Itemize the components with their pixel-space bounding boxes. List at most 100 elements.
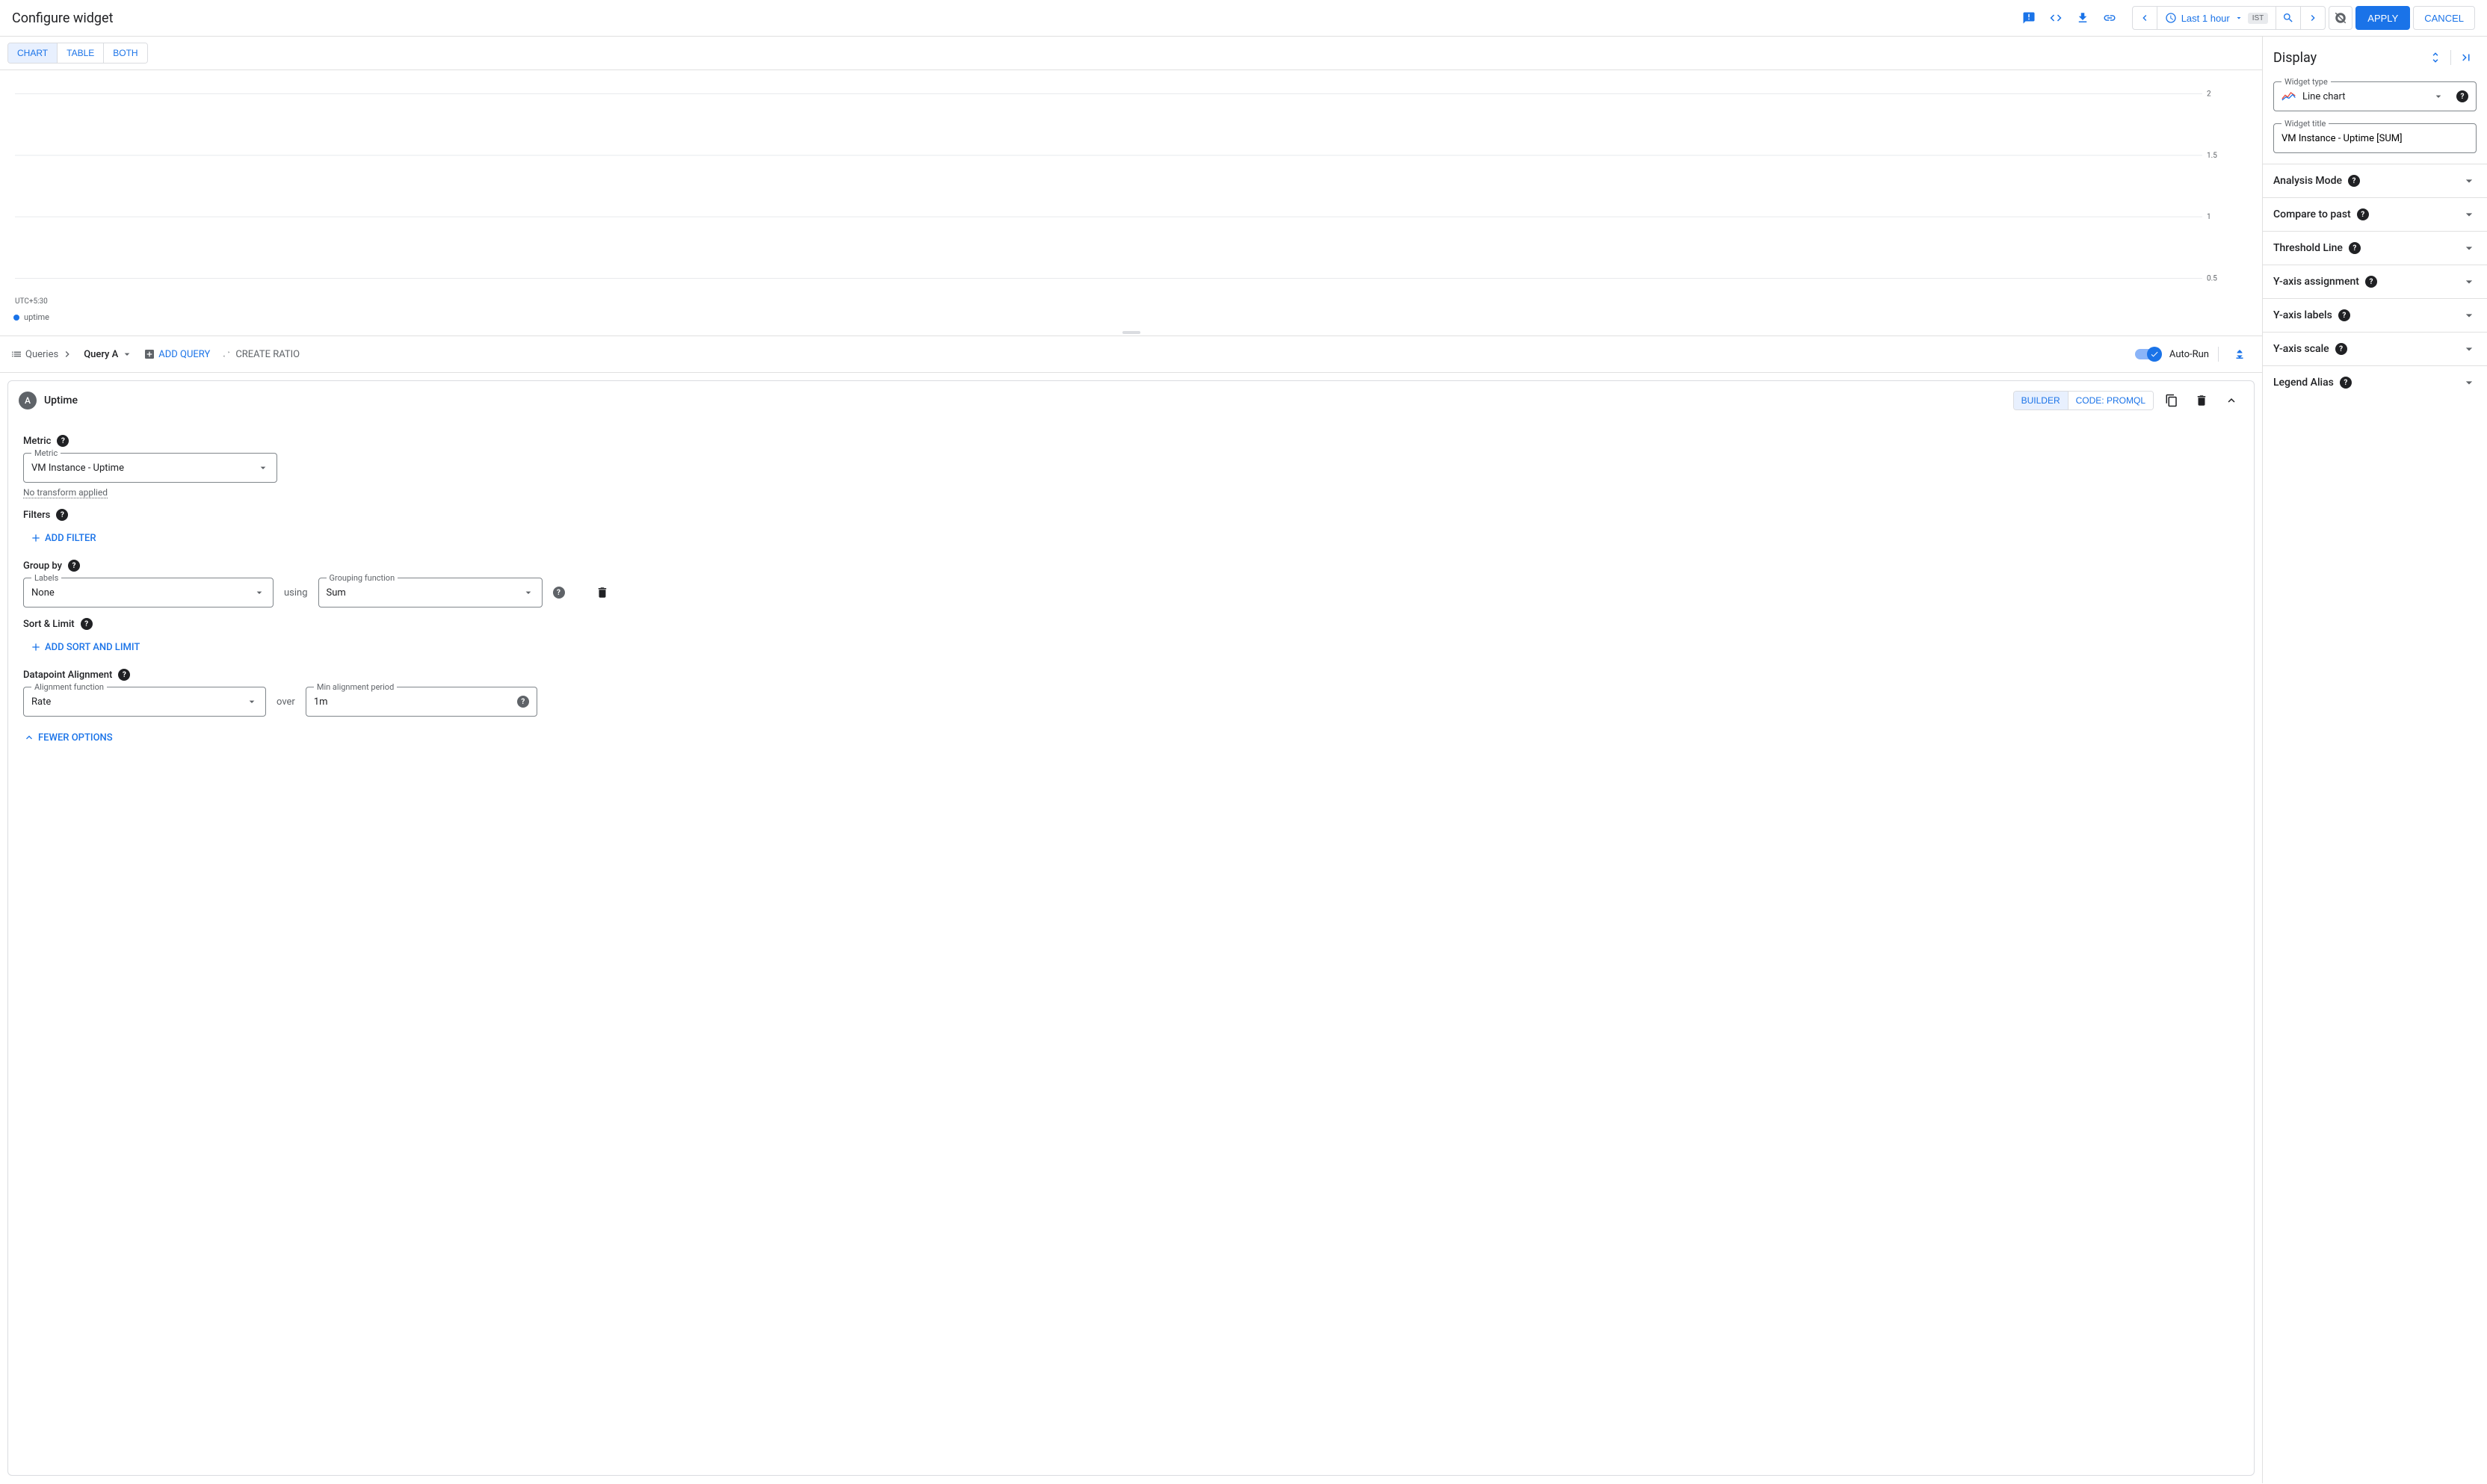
time-prev-button[interactable] (2133, 7, 2157, 29)
widget-type-label: Widget type (2281, 77, 2331, 87)
tab-both[interactable]: BOTH (104, 43, 146, 63)
legend-label: uptime (24, 312, 49, 322)
alignment-field-value: Rate (31, 696, 246, 708)
chat-icon[interactable] (2017, 6, 2041, 30)
help-icon[interactable]: ? (2357, 208, 2369, 220)
widget-type-select[interactable]: Widget type Line chart ? (2273, 81, 2477, 111)
time-next-button[interactable] (2301, 7, 2325, 29)
settings-toggle-icon[interactable] (2329, 6, 2352, 30)
alignment-select[interactable]: Alignment function Rate (23, 687, 266, 717)
unfold-icon[interactable] (2425, 47, 2446, 68)
labels-field-value: None (31, 587, 253, 599)
help-icon[interactable]: ? (553, 587, 565, 599)
sort-section-label: Sort & Limit ? (23, 618, 2239, 630)
section-y-axis scale[interactable]: Y-axis scale? (2263, 333, 2487, 365)
help-icon[interactable]: ? (2340, 377, 2352, 389)
section-legend alias[interactable]: Legend Alias? (2263, 366, 2487, 399)
create-ratio-button[interactable]: CREATE RATIO (220, 348, 300, 360)
help-icon[interactable]: ? (2338, 309, 2350, 321)
chevron-down-icon (2462, 207, 2477, 222)
chevron-down-icon (2462, 241, 2477, 256)
chevron-down-icon (246, 696, 258, 708)
help-icon[interactable]: ? (2348, 175, 2360, 187)
time-zoom-button[interactable] (2276, 7, 2301, 29)
section-y-axis labels[interactable]: Y-axis labels? (2263, 299, 2487, 332)
tab-chart[interactable]: CHART (8, 43, 58, 63)
grouping-select[interactable]: Grouping function Sum (318, 578, 543, 607)
labels-select[interactable]: Labels None (23, 578, 274, 607)
datapoint-section-label: Datapoint Alignment ? (23, 669, 2239, 681)
code-icon[interactable] (2044, 6, 2068, 30)
view-tabs: CHART TABLE BOTH (0, 37, 2262, 70)
help-icon[interactable]: ? (2335, 343, 2347, 355)
queries-menu[interactable]: Queries (10, 348, 73, 360)
link-icon[interactable] (2098, 6, 2122, 30)
collapse-panel-icon[interactable] (2228, 342, 2252, 366)
display-panel-title: Display (2273, 50, 2317, 66)
svg-text:0.5: 0.5 (2207, 275, 2217, 283)
transform-link[interactable]: No transform applied (23, 487, 108, 498)
add-sort-button[interactable]: ADD SORT AND LIMIT (23, 636, 146, 658)
delete-query-icon[interactable] (2190, 389, 2213, 412)
header-toolbar: Last 1 hour IST APPLY CANCEL (2017, 6, 2475, 30)
tab-builder[interactable]: BUILDER (2014, 392, 2069, 409)
widget-title-label: Widget title (2281, 119, 2329, 129)
section-compare to past[interactable]: Compare to past? (2263, 198, 2487, 231)
help-icon[interactable]: ? (81, 618, 93, 630)
download-icon[interactable] (2071, 6, 2095, 30)
header: Configure widget Last 1 hour IST APPLY C… (0, 0, 2487, 37)
current-query[interactable]: Query A (84, 348, 133, 360)
query-bar: Queries Query A ADD QUERY CREATE RATIO (0, 336, 2262, 373)
display-panel: Display Widget type Line chart ? Widget … (2263, 37, 2487, 1483)
chevron-down-icon (2462, 341, 2477, 356)
help-icon[interactable]: ? (2456, 90, 2468, 102)
chart-legend: uptime (7, 312, 2225, 322)
divider (2218, 347, 2219, 362)
add-query-label: ADD QUERY (158, 349, 210, 360)
grouping-field-value: Sum (327, 587, 522, 599)
section-analysis mode[interactable]: Analysis Mode? (2263, 164, 2487, 197)
delete-groupby-icon[interactable] (590, 581, 614, 605)
collapse-query-icon[interactable] (2219, 389, 2243, 412)
metric-select[interactable]: Metric VM Instance - Uptime (23, 453, 277, 483)
help-icon[interactable]: ? (2349, 242, 2361, 254)
add-filter-button[interactable]: ADD FILTER (23, 527, 103, 549)
drag-handle[interactable] (0, 330, 2262, 336)
cancel-button[interactable]: CANCEL (2413, 6, 2475, 30)
auto-run-toggle[interactable] (2135, 349, 2160, 359)
legend-dot-icon (13, 315, 19, 321)
chevron-down-icon (2462, 375, 2477, 390)
period-field[interactable]: Min alignment period 1m ? (306, 687, 537, 717)
create-ratio-label: CREATE RATIO (235, 349, 300, 360)
page-title: Configure widget (12, 10, 113, 26)
fewer-options-button[interactable]: FEWER OPTIONS (23, 732, 113, 743)
collapse-right-icon[interactable] (2456, 47, 2477, 68)
help-icon[interactable]: ? (2365, 276, 2377, 288)
svg-text:1: 1 (2207, 213, 2211, 221)
query-panel: A Uptime BUILDER CODE: PROMQL Metric ? (7, 380, 2255, 1476)
tab-table[interactable]: TABLE (58, 43, 104, 63)
help-icon[interactable]: ? (56, 509, 68, 521)
section-threshold line[interactable]: Threshold Line? (2263, 232, 2487, 265)
copy-icon[interactable] (2160, 389, 2184, 412)
chevron-down-icon (2462, 173, 2477, 188)
widget-type-value: Line chart (2302, 91, 2426, 102)
period-field-label: Min alignment period (314, 682, 397, 692)
svg-text:2: 2 (2207, 90, 2211, 98)
widget-title-input[interactable] (2281, 133, 2468, 144)
help-icon[interactable]: ? (68, 560, 80, 572)
time-range-button[interactable]: Last 1 hour IST (2157, 7, 2277, 29)
tab-code[interactable]: CODE: PROMQL (2069, 392, 2153, 409)
auto-run-label: Auto-Run (2169, 349, 2209, 360)
help-icon[interactable]: ? (517, 696, 529, 708)
section-y-axis assignment[interactable]: Y-axis assignment? (2263, 265, 2487, 298)
help-icon[interactable]: ? (57, 435, 69, 447)
over-label: over (276, 696, 295, 708)
filters-section-label: Filters ? (23, 509, 2239, 521)
widget-title-field[interactable]: Widget title (2273, 123, 2477, 153)
grouping-field-label: Grouping function (327, 573, 398, 583)
apply-button[interactable]: APPLY (2355, 6, 2410, 30)
add-query-button[interactable]: ADD QUERY (143, 348, 210, 360)
help-icon[interactable]: ? (118, 669, 130, 681)
line-chart-icon (2281, 91, 2296, 102)
